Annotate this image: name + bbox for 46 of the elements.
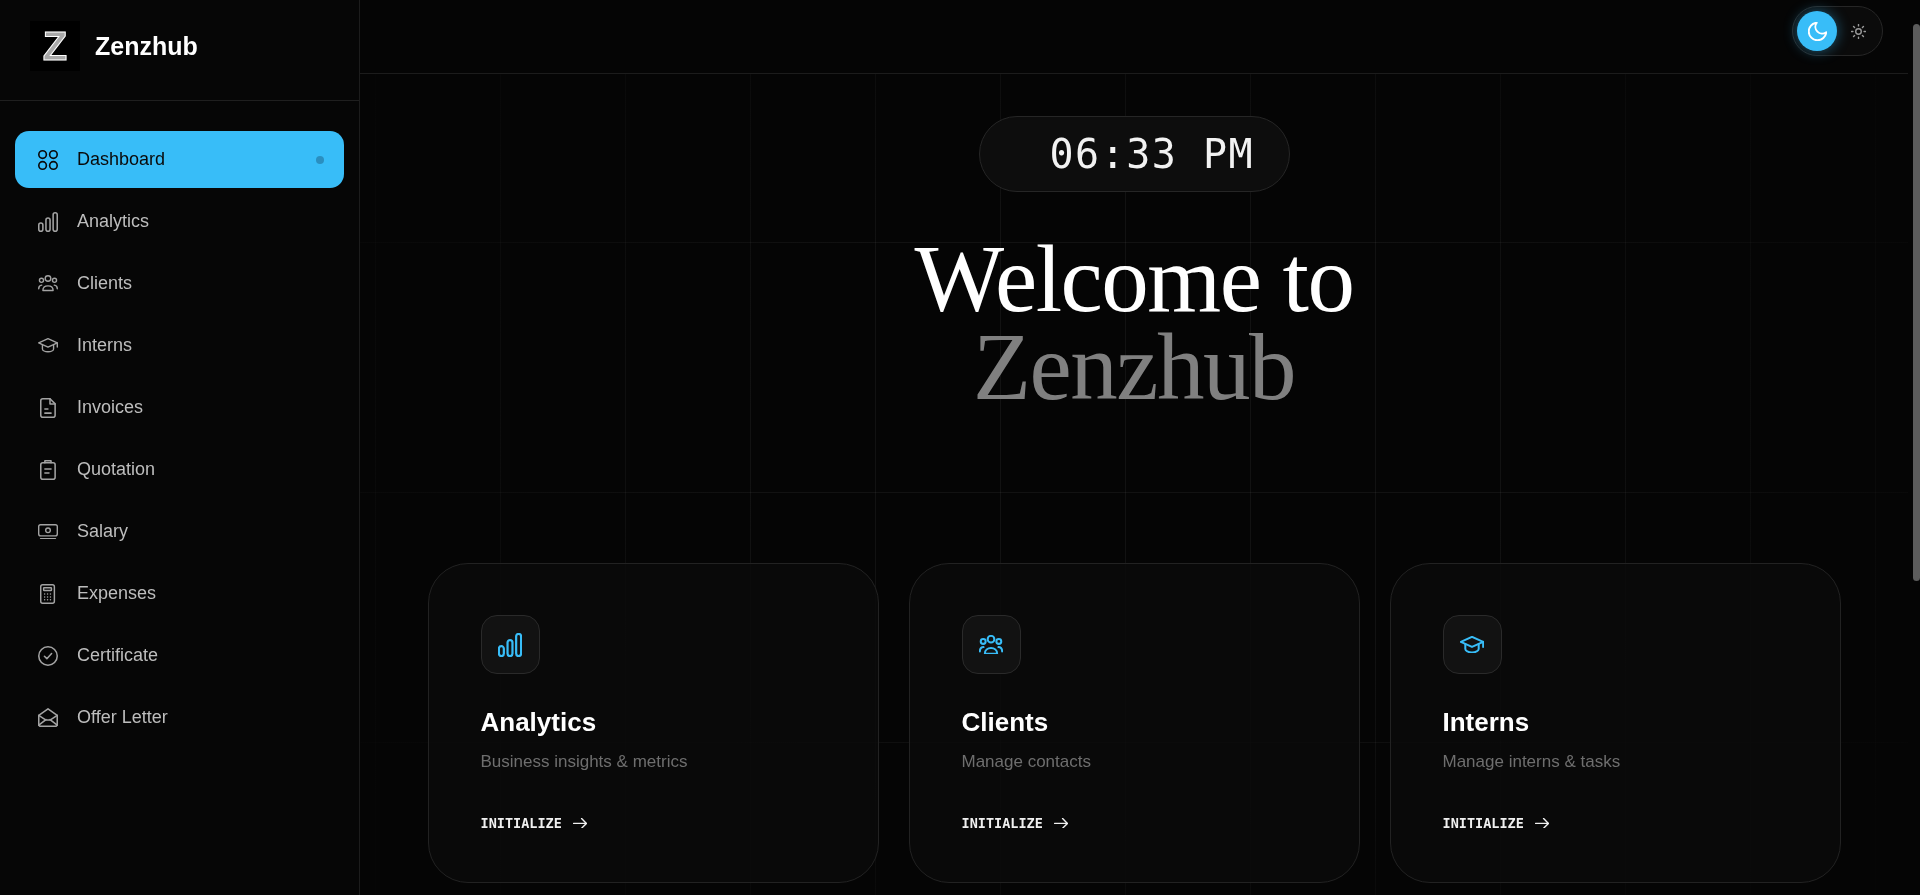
graduation-cap-icon xyxy=(38,338,58,353)
sidebar-item[interactable]: Salary xyxy=(15,503,344,560)
sidebar-item[interactable]: Expenses xyxy=(15,565,344,622)
initialize-link[interactable]: INITIALIZE xyxy=(961,814,1068,832)
theme-toggle[interactable] xyxy=(1792,6,1883,56)
card-title: Analytics xyxy=(480,706,597,738)
clock-display: 06:33 PM xyxy=(978,116,1290,192)
card-description: Business insights & metrics xyxy=(480,751,688,773)
card-description: Manage interns & tasks xyxy=(1442,751,1621,773)
initialize-link[interactable]: INITIALIZE xyxy=(480,814,587,832)
check-circle-icon xyxy=(38,645,58,666)
bar-chart-icon xyxy=(38,211,58,232)
sun-icon xyxy=(1850,23,1866,39)
moon-icon xyxy=(1807,21,1827,41)
dark-mode-button[interactable] xyxy=(1797,11,1837,51)
envelope-icon xyxy=(38,708,58,727)
document-icon xyxy=(40,397,56,418)
banknote-icon xyxy=(38,523,58,540)
arrow-right-icon xyxy=(1534,817,1549,829)
arrow-right-icon xyxy=(1053,817,1068,829)
card-title: Clients xyxy=(961,706,1049,738)
users-icon xyxy=(961,615,1021,674)
scrollbar-thumb[interactable] xyxy=(1913,24,1920,581)
sidebar-item[interactable]: Interns xyxy=(15,317,344,374)
arrow-right-icon xyxy=(572,817,587,829)
clipboard-icon xyxy=(40,459,56,480)
graduation-cap-icon xyxy=(1442,615,1502,674)
users-icon xyxy=(38,275,58,292)
sidebar-item[interactable]: Offer Letter xyxy=(15,689,344,746)
sidebar-item[interactable]: Quotation xyxy=(15,441,344,498)
welcome-heading: Welcome to xyxy=(914,235,1354,323)
brand-name: Zenzhub xyxy=(95,31,198,62)
sidebar-item[interactable]: Clients xyxy=(15,255,344,312)
logo: Z xyxy=(30,21,80,71)
card-description: Manage contacts xyxy=(961,751,1091,773)
sidebar-item[interactable]: Certificate xyxy=(15,627,344,684)
active-dot-icon xyxy=(316,155,324,164)
sidebar-item[interactable]: Dashboard xyxy=(15,131,344,188)
initialize-link[interactable]: INITIALIZE xyxy=(1442,814,1549,832)
bar-chart-icon xyxy=(480,615,540,674)
sidebar-item[interactable]: Invoices xyxy=(15,379,344,436)
heading-brand-name: Zenzhub xyxy=(973,323,1295,411)
calculator-icon xyxy=(40,583,56,604)
sidebar-item[interactable]: Analytics xyxy=(15,193,344,250)
grid-icon xyxy=(38,149,58,170)
card-title: Interns xyxy=(1442,706,1530,738)
